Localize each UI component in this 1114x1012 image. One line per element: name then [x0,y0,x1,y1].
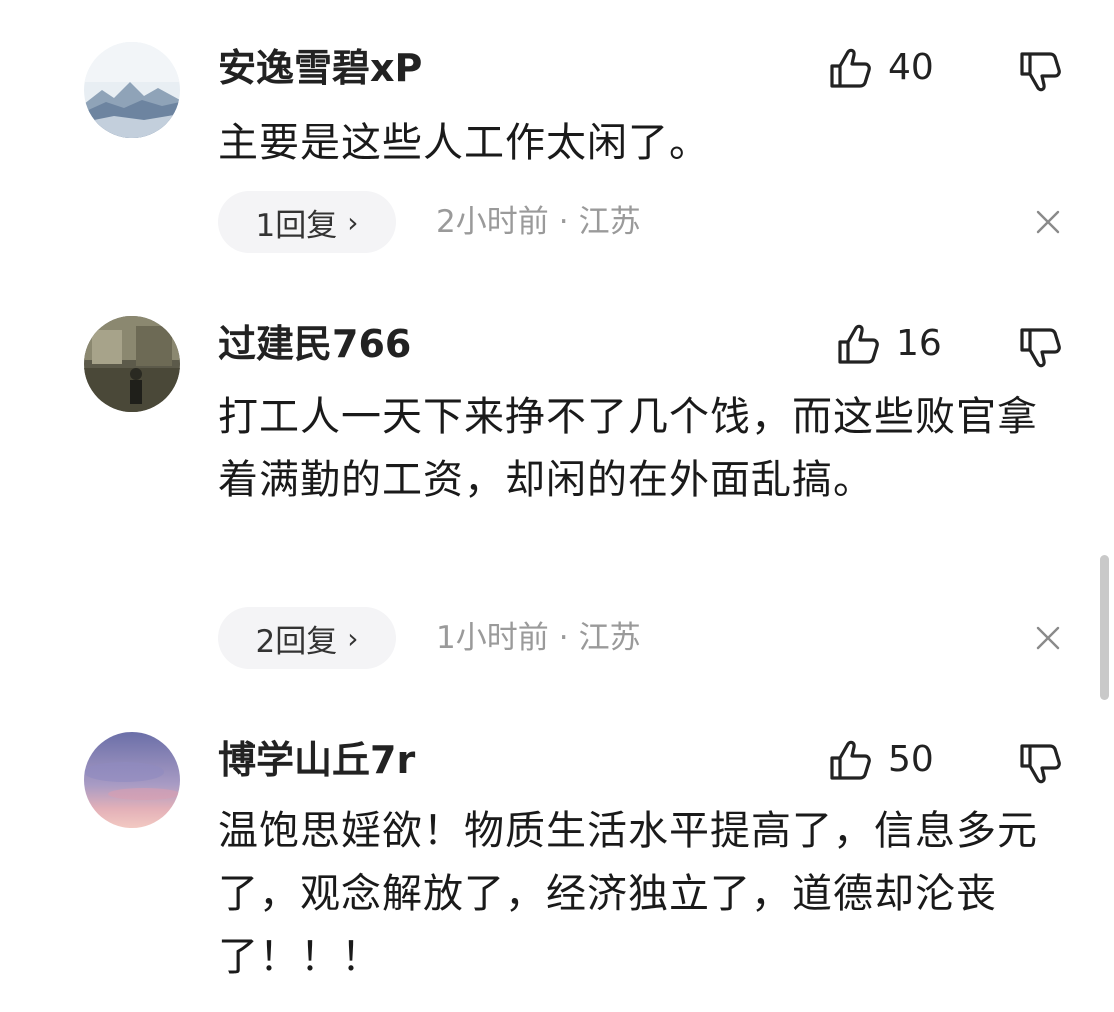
like-button[interactable]: 50 [828,736,934,784]
scrollbar[interactable] [1100,555,1109,700]
close-icon[interactable] [1034,208,1062,236]
like-count: 16 [896,323,942,364]
location: 江苏 [578,620,641,656]
mountain-landscape-icon [84,42,180,138]
replies-button[interactable]: 1回复 › [218,191,396,253]
thumbs-up-icon [830,48,871,88]
separator-dot: · [558,204,569,240]
username[interactable]: 博学山丘7r [218,736,415,784]
like-count: 50 [888,739,934,780]
separator-dot: · [558,620,569,656]
close-icon[interactable] [1034,624,1062,652]
username[interactable]: 过建民766 [218,320,411,368]
location: 江苏 [578,204,641,240]
thumbs-up-icon [838,324,879,364]
thumbs-down-icon[interactable] [1018,50,1062,94]
avatar[interactable] [84,42,180,138]
thumbs-down-icon[interactable] [1018,742,1062,786]
timestamp: 1小时前 [436,620,549,656]
avatar[interactable] [84,732,180,828]
like-count: 40 [888,47,934,88]
timestamp: 2小时前 [436,204,549,240]
chevron-right-icon: › [347,205,359,239]
chevron-right-icon: › [347,621,359,655]
like-button[interactable]: 40 [828,44,934,92]
like-button[interactable]: 16 [836,320,942,368]
comment-meta: 1小时前 · 江苏 [436,607,641,669]
person-photo-icon [84,316,180,412]
replies-button[interactable]: 2回复 › [218,607,396,669]
sunset-sky-icon [84,732,180,828]
thumbs-down-icon[interactable] [1018,326,1062,370]
username[interactable]: 安逸雪碧xP [218,44,422,92]
replies-label: 1回复 [255,207,338,244]
comment-meta: 2小时前 · 江苏 [436,191,641,253]
replies-label: 2回复 [255,623,338,660]
avatar[interactable] [84,316,180,412]
comment-text: 主要是这些人工作太闲了。 [218,120,710,166]
comment-text: 打工人一天下来挣不了几个饯，而这些败官拿着满勤的工资，却闲的在外面乱搞。 [218,394,1038,503]
thumbs-up-icon [830,740,871,780]
comment-text: 温饱思婬欲！物质生活水平提高了，信息多元了，观念解放了，经济独立了，道德却沦丧了… [218,808,1038,980]
